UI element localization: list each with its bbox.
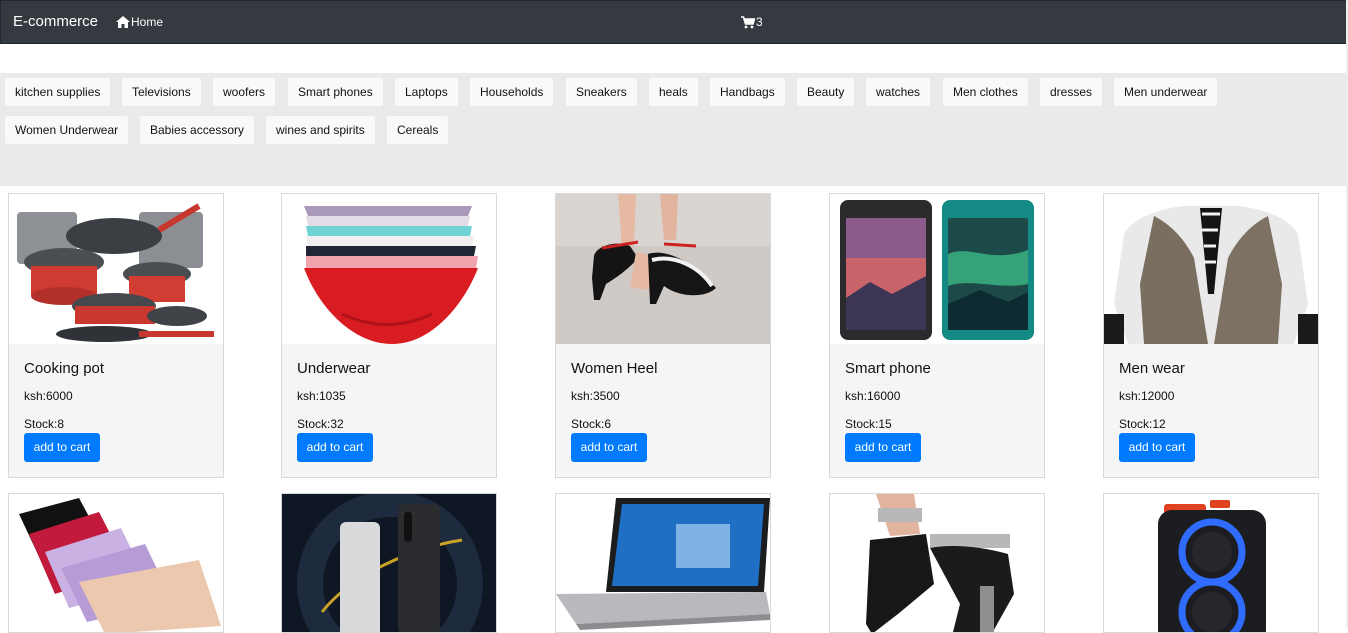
category-babies-accessory[interactable]: Babies accessory <box>140 116 255 144</box>
navbar: E-commerce Home 3 <box>0 0 1347 44</box>
speaker-image <box>1104 494 1318 632</box>
category-beauty[interactable]: Beauty <box>797 78 855 106</box>
add-to-cart-button[interactable]: add to cart <box>571 433 647 462</box>
product-price: ksh:1035 <box>297 389 346 403</box>
product-title: Men wear <box>1119 360 1185 377</box>
category-men-clothes[interactable]: Men clothes <box>943 78 1028 106</box>
product-title: Cooking pot <box>24 360 105 377</box>
brand-link[interactable]: E-commerce <box>13 13 98 30</box>
category-households[interactable]: Households <box>470 78 554 106</box>
product-price: ksh:16000 <box>845 389 901 403</box>
category-kitchen-supplies[interactable]: kitchen supplies <box>5 78 111 106</box>
category-heals[interactable]: heals <box>649 78 698 106</box>
home-link[interactable]: Home <box>116 15 163 29</box>
phone-image <box>282 494 496 632</box>
category-smart-phones[interactable]: Smart phones <box>288 78 383 106</box>
product-card <box>281 493 497 633</box>
category-dresses[interactable]: dresses <box>1040 78 1103 106</box>
product-card <box>8 493 224 633</box>
panties-image <box>9 494 223 632</box>
product-stock: Stock:32 <box>297 417 344 431</box>
add-to-cart-button[interactable]: add to cart <box>845 433 921 462</box>
product-card: Underwear ksh:1035 Stock:32 add to cart <box>281 193 497 478</box>
product-card <box>829 493 1045 633</box>
laptop-image <box>556 494 770 632</box>
heels-image <box>556 194 770 344</box>
product-card <box>555 493 771 633</box>
product-card: Women Heel ksh:3500 Stock:6 add to cart <box>555 193 771 478</box>
category-women-underwear[interactable]: Women Underwear <box>5 116 129 144</box>
product-price: ksh:3500 <box>571 389 620 403</box>
vest-image <box>1104 194 1318 344</box>
category-men-underwear[interactable]: Men underwear <box>1114 78 1218 106</box>
add-to-cart-button[interactable]: add to cart <box>24 433 100 462</box>
add-to-cart-button[interactable]: add to cart <box>1119 433 1195 462</box>
product-card: Men wear ksh:12000 Stock:12 add to cart <box>1103 193 1319 478</box>
cart-count: 3 <box>756 15 763 29</box>
product-price: ksh:12000 <box>1119 389 1175 403</box>
smartphones-image <box>830 194 1044 344</box>
home-label: Home <box>131 15 164 29</box>
product-card: Cooking pot ksh:6000 Stock:8 add to cart <box>8 193 224 478</box>
add-to-cart-button[interactable]: add to cart <box>297 433 373 462</box>
category-wines-and-spirits[interactable]: wines and spirits <box>266 116 375 144</box>
heels-image <box>830 494 1044 632</box>
category-handbags[interactable]: Handbags <box>710 78 785 106</box>
product-title: Women Heel <box>571 360 658 377</box>
product-title: Smart phone <box>845 360 931 377</box>
product-card <box>1103 493 1319 633</box>
category-woofers[interactable]: woofers <box>213 78 276 106</box>
cart-icon <box>741 15 755 28</box>
product-stock: Stock:6 <box>571 417 612 431</box>
category-sneakers[interactable]: Sneakers <box>566 78 637 106</box>
underwear-image <box>282 194 496 344</box>
home-icon <box>116 16 130 28</box>
product-stock: Stock:15 <box>845 417 892 431</box>
product-card: Smart phone ksh:16000 Stock:15 add to ca… <box>829 193 1045 478</box>
category-cereals[interactable]: Cereals <box>387 116 449 144</box>
product-price: ksh:6000 <box>24 389 73 403</box>
category-watches[interactable]: watches <box>866 78 931 106</box>
category-televisions[interactable]: Televisions <box>122 78 201 106</box>
category-bar: kitchen supplies Televisions woofers Sma… <box>0 73 1346 186</box>
cooking-pots-image <box>9 194 223 344</box>
product-stock: Stock:12 <box>1119 417 1166 431</box>
category-laptops[interactable]: Laptops <box>395 78 458 106</box>
product-stock: Stock:8 <box>24 417 65 431</box>
cart-link[interactable]: 3 <box>741 15 763 29</box>
product-title: Underwear <box>297 360 371 377</box>
